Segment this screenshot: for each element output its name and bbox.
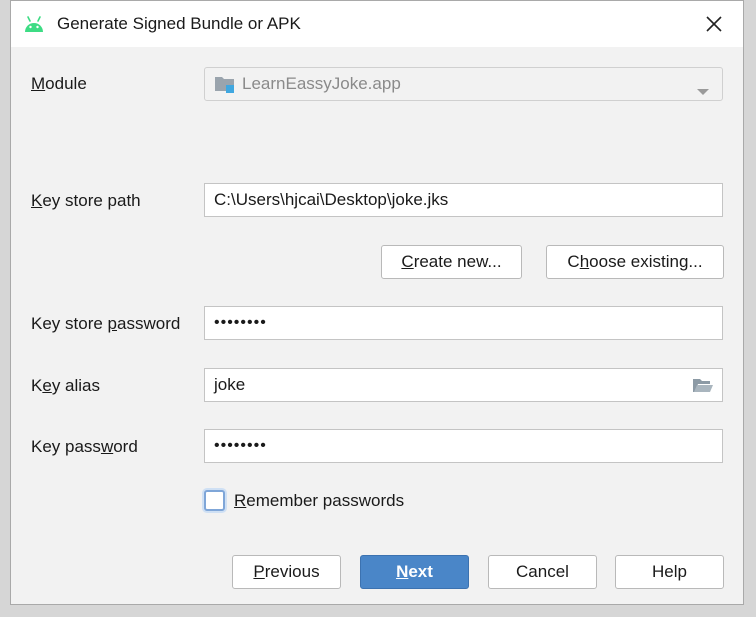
key-store-path-input[interactable]: C:\Users\hjcai\Desktop\joke.jks	[204, 183, 723, 217]
help-button[interactable]: Help	[615, 555, 724, 589]
create-new-button[interactable]: Create new...	[381, 245, 522, 279]
module-select[interactable]: LearnEassyJoke.app	[204, 67, 723, 101]
close-button[interactable]	[701, 11, 727, 37]
chevron-down-icon	[696, 81, 710, 101]
module-value: LearnEassyJoke.app	[242, 74, 401, 93]
choose-existing-button[interactable]: Ch oose existing...	[546, 245, 724, 279]
key-alias-value: joke	[214, 375, 246, 394]
key-store-password-value: ••••••••	[214, 314, 267, 331]
key-store-path-label: Key store path	[31, 191, 141, 210]
key-alias-input[interactable]: joke	[204, 368, 723, 402]
module-label: Module	[31, 74, 87, 93]
remember-passwords-label[interactable]: Remember passwords	[234, 491, 404, 511]
next-button[interactable]: Next	[360, 555, 469, 589]
remember-passwords-checkbox[interactable]	[204, 490, 225, 511]
previous-button[interactable]: Previous	[232, 555, 341, 589]
generate-signed-dialog: Generate Signed Bundle or APK Module Lea…	[10, 0, 744, 605]
close-icon	[706, 16, 722, 32]
key-store-password-label: Key store password	[31, 314, 181, 333]
key-alias-label: Key alias	[31, 376, 100, 395]
key-password-label: Key password	[31, 437, 138, 456]
key-password-input[interactable]: ••••••••	[204, 429, 723, 463]
android-icon	[23, 15, 45, 33]
key-store-password-input[interactable]: ••••••••	[204, 306, 723, 340]
module-folder-icon	[214, 74, 236, 94]
key-password-value: ••••••••	[214, 437, 267, 454]
dialog-title: Generate Signed Bundle or APK	[57, 14, 301, 33]
key-store-path-value: C:\Users\hjcai\Desktop\joke.jks	[214, 190, 449, 209]
cancel-button[interactable]: Cancel	[488, 555, 597, 589]
folder-open-icon[interactable]	[692, 377, 714, 399]
title-bar: Generate Signed Bundle or APK	[11, 1, 743, 47]
